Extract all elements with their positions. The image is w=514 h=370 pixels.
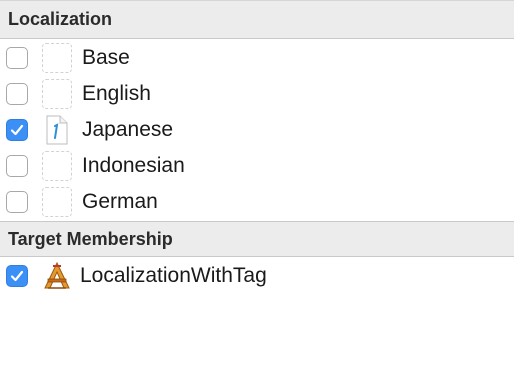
checkmark-icon: [10, 124, 24, 136]
localization-label-german: German: [82, 190, 158, 213]
localization-row-german: German: [0, 184, 514, 220]
localization-row-base: Base: [0, 40, 514, 76]
strings-file-icon: [42, 115, 72, 145]
file-placeholder-icon: [42, 79, 72, 109]
file-inspector-panel: Localization Base English Japanese Indon…: [0, 0, 514, 370]
target-membership-header-label: Target Membership: [8, 228, 173, 249]
target-membership-section-header: Target Membership: [0, 221, 514, 257]
localization-checkbox-german[interactable]: [6, 191, 28, 213]
localization-checkbox-english[interactable]: [6, 83, 28, 105]
localization-label-english: English: [82, 82, 151, 105]
file-placeholder-icon: [42, 187, 72, 217]
localization-row-indonesian: Indonesian: [0, 148, 514, 184]
localization-section-header: Localization: [0, 0, 514, 39]
file-placeholder-icon: [42, 151, 72, 181]
localization-label-indonesian: Indonesian: [82, 154, 185, 177]
localization-row-japanese: Japanese: [0, 112, 514, 148]
localization-label-japanese: Japanese: [82, 118, 174, 141]
localization-checkbox-japanese[interactable]: [6, 119, 28, 141]
target-label: LocalizationWithTag: [80, 264, 267, 287]
localization-row-english: English: [0, 76, 514, 112]
localization-label-base: Base: [82, 46, 130, 69]
localization-checkbox-indonesian[interactable]: [6, 155, 28, 177]
localization-header-label: Localization: [8, 9, 113, 29]
target-checkbox[interactable]: [6, 265, 28, 287]
xcode-app-icon: [42, 261, 72, 291]
localization-checkbox-base[interactable]: [6, 47, 28, 69]
target-row: LocalizationWithTag: [0, 257, 514, 295]
file-placeholder-icon: [42, 43, 72, 73]
checkmark-icon: [10, 270, 24, 282]
